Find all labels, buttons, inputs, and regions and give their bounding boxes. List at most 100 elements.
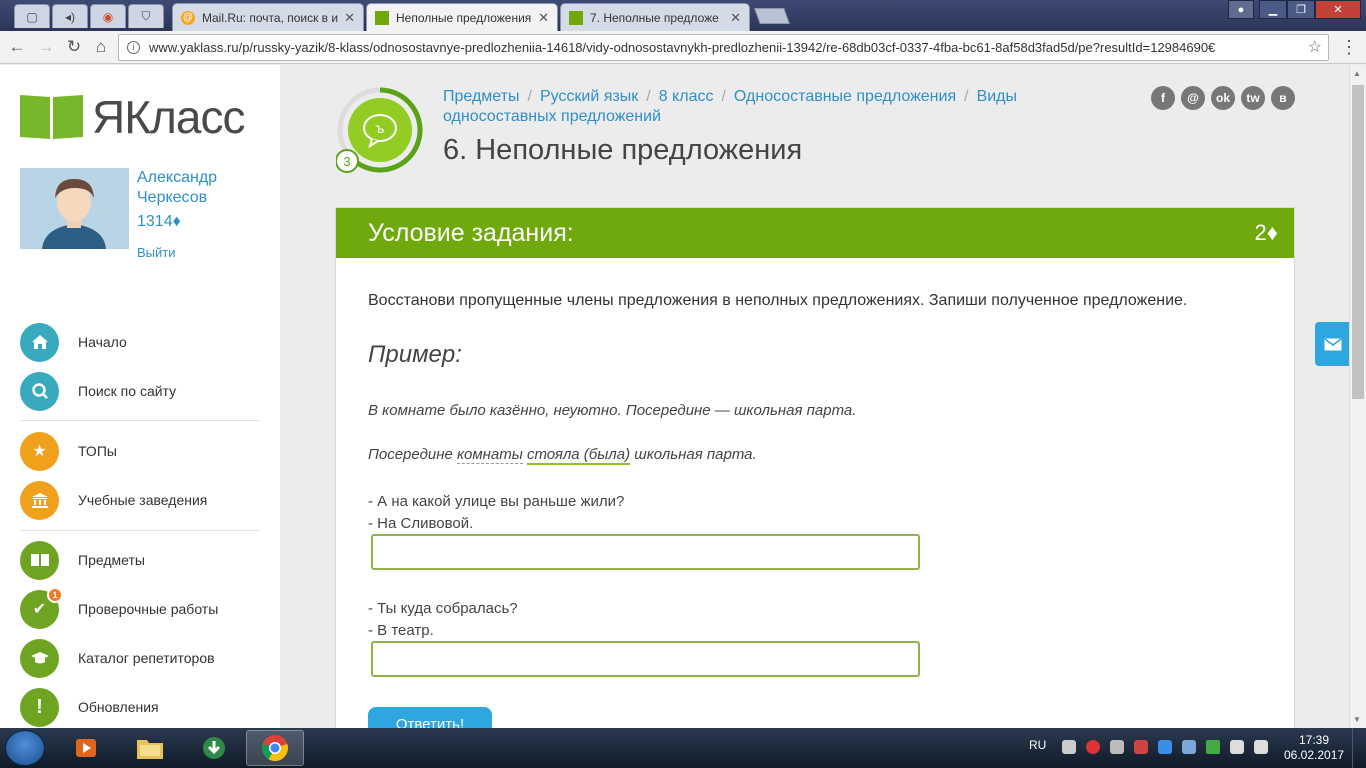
feedback-button[interactable] [1315, 322, 1350, 366]
sidebar-item-label: Предметы [78, 552, 145, 568]
pen-tray-icon[interactable] [1062, 740, 1076, 754]
breadcrumb-link[interactable]: Русский язык [540, 88, 638, 105]
example-heading: Пример: [368, 341, 462, 368]
pinned-tab-app[interactable]: ◉ [90, 4, 126, 28]
browser-menu-icon[interactable]: ⋮ [1340, 37, 1358, 58]
volume-tray-icon[interactable] [1254, 740, 1268, 754]
tab-mailru[interactable]: @ Mail.Ru: почта, поиск в и ✕ [172, 3, 364, 31]
scrollbar-thumb[interactable] [1352, 85, 1364, 399]
yaklass-icon [569, 10, 583, 25]
scroll-up-icon[interactable]: ▲ [1353, 69, 1361, 78]
minimize-button[interactable]: ▁ [1259, 0, 1287, 19]
app-icon: ◉ [102, 9, 114, 24]
antivirus-tray-icon[interactable] [1086, 740, 1100, 754]
sidebar-item-label: ТОПы [78, 443, 117, 459]
pinned-tab-shield[interactable]: ⛉ [128, 4, 164, 28]
sidebar-item-label: Обновления [78, 699, 159, 715]
close-tab-icon[interactable]: ✕ [344, 10, 355, 26]
answer-1-field[interactable] [371, 534, 920, 570]
yaklass-logo[interactable]: ЯКласс [20, 90, 245, 144]
clock-date: 06.02.2017 [1284, 748, 1345, 762]
task-header-title: Условие задания: [368, 218, 574, 247]
home-button[interactable]: ⌂ [90, 36, 112, 58]
blocked-tray-icon[interactable] [1134, 740, 1148, 754]
page-scrollbar[interactable]: ▲ ▼ [1349, 65, 1366, 728]
odnoklassniki-icon[interactable]: ok [1211, 86, 1235, 110]
sidebar-item-label: Поиск по сайту [78, 383, 177, 399]
task-points: 2♦ [1254, 220, 1278, 245]
exclamation-icon: ! [20, 687, 59, 727]
sidebar-item-tests[interactable]: ✔ 1 Проверочные работы [20, 586, 218, 629]
chat-icon: ▢ [26, 9, 38, 24]
security-tray-icon[interactable] [1158, 740, 1172, 754]
forward-button[interactable]: → [35, 36, 57, 58]
taskbar-downloader[interactable] [185, 730, 243, 766]
show-desktop-button[interactable] [1352, 728, 1366, 768]
network-tray-icon[interactable] [1230, 740, 1244, 754]
usb-tray-icon[interactable] [1110, 740, 1124, 754]
bookmark-star-icon[interactable]: ☆ [1308, 35, 1322, 60]
start-button[interactable] [5, 730, 45, 766]
address-bar[interactable]: i www.yaklass.ru/p/russky-yazik/8-klass/… [118, 34, 1329, 61]
facebook-icon[interactable]: f [1151, 86, 1175, 110]
sidebar-item-schools[interactable]: Учебные заведения [20, 480, 207, 520]
answer-2-field[interactable] [371, 641, 920, 677]
logout-link[interactable]: Выйти [137, 245, 176, 260]
profile-button[interactable]: ● [1228, 0, 1254, 19]
close-tab-icon[interactable]: ✕ [538, 10, 549, 26]
twitter-icon[interactable]: tw [1241, 86, 1265, 110]
sidebar-item-tops[interactable]: ★ ТОПы [20, 431, 117, 471]
vk-icon[interactable]: в [1271, 86, 1295, 110]
sidebar-item-home[interactable]: Начало [20, 322, 127, 362]
breadcrumb-link[interactable]: 8 класс [659, 88, 714, 105]
user-name-link[interactable]: Александр Черкесов [137, 168, 267, 208]
level-progress-ring: ъ 3 [335, 86, 424, 174]
sidebar-item-search[interactable]: Поиск по сайту [20, 371, 176, 411]
pinned-tab-audio[interactable]: ◂) [52, 4, 88, 28]
network-sync-tray-icon[interactable] [1182, 740, 1196, 754]
restored-word: комнаты [456, 446, 523, 464]
minimize-icon: ▁ [1268, 4, 1278, 16]
tab-title: 7. Неполные предложе [590, 10, 719, 25]
breadcrumb-link[interactable]: Односоставные предложения [734, 88, 956, 105]
download-icon [203, 737, 225, 759]
pinned-tab-chat[interactable]: ▢ [14, 4, 50, 28]
windows-taskbar: RU 17:39 06.02.2017 [0, 728, 1366, 768]
mailru-share-icon[interactable]: @ [1181, 86, 1205, 110]
task-instruction: Восстанови пропущенные члены предложения… [368, 292, 1188, 309]
taskbar-media-player[interactable] [57, 730, 115, 766]
sidebar-item-tutors[interactable]: Каталог репетиторов [20, 638, 215, 678]
envelope-icon [1324, 337, 1341, 350]
tab-nepolnye-active[interactable]: Неполные предложения ✕ [366, 3, 558, 31]
restore-button[interactable]: ❐ [1287, 0, 1315, 19]
avatar[interactable] [20, 168, 129, 249]
taskbar-chrome[interactable] [246, 730, 304, 766]
question-2-line-2: - В театр. [368, 622, 434, 639]
tab-title: Неполные предложения [396, 10, 532, 25]
building-icon [20, 480, 59, 520]
browser-toolbar: ← → ↻ ⌂ i www.yaklass.ru/p/russky-yazik/… [0, 31, 1366, 64]
question-2-line-1: - Ты куда собралась? [368, 600, 518, 617]
taskbar-clock[interactable]: 17:39 06.02.2017 [1284, 733, 1344, 763]
example-text: Посередине [368, 446, 457, 463]
back-button[interactable]: ← [6, 36, 28, 58]
close-window-button[interactable]: ✕ [1315, 0, 1361, 19]
example-sentence-1: В комнате было казённо, неуютно. Посеред… [368, 402, 857, 419]
sidebar: ЯКласс Александр Черкесов 1314♦ Выйти На… [0, 65, 280, 728]
info-icon[interactable]: i [127, 41, 140, 54]
book-logo-icon [20, 94, 84, 140]
sidebar-item-updates[interactable]: ! Обновления [20, 687, 159, 727]
example-sentence-2: Посередине комнаты стояла (была) школьна… [368, 446, 757, 465]
tab-nepolnye-7[interactable]: 7. Неполные предложе ✕ [560, 3, 750, 31]
new-tab-button[interactable] [754, 8, 790, 24]
sidebar-item-label: Учебные заведения [78, 492, 208, 508]
taskbar-explorer[interactable] [121, 730, 179, 766]
scroll-down-icon[interactable]: ▼ [1353, 715, 1361, 724]
breadcrumb-link[interactable]: Предметы [443, 88, 519, 105]
graduation-cap-icon [20, 638, 59, 678]
reload-button[interactable]: ↻ [63, 36, 85, 58]
close-tab-icon[interactable]: ✕ [730, 10, 741, 26]
sidebar-item-subjects[interactable]: Предметы [20, 540, 145, 580]
flag-check-tray-icon[interactable] [1206, 740, 1220, 754]
language-indicator[interactable]: RU [1029, 738, 1046, 752]
